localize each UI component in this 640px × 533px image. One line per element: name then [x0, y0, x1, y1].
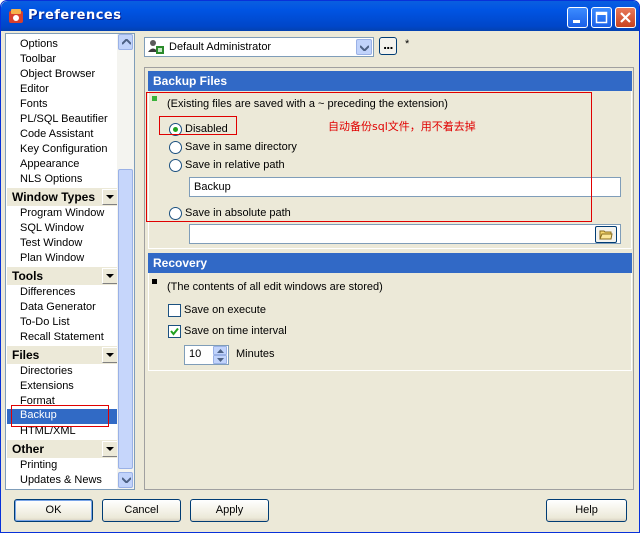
annotation-highlight-backup: [11, 405, 109, 427]
nav-item-plsql-beautifier[interactable]: PL/SQL Beautifier: [20, 113, 108, 125]
recovery-note: (The contents of all edit windows are st…: [167, 281, 383, 293]
nav-item-object-browser[interactable]: Object Browser: [20, 68, 95, 80]
nav-item-directories[interactable]: Directories: [20, 365, 73, 377]
chevron-down-icon: [360, 45, 369, 51]
nav-item-extensions[interactable]: Extensions: [20, 380, 74, 392]
title-bar[interactable]: Preferences: [1, 1, 639, 31]
app-icon: [9, 9, 23, 23]
collapse-button[interactable]: [102, 347, 118, 363]
nav-item-test-window[interactable]: Test Window: [20, 237, 82, 249]
nav-group-label: Files: [12, 348, 40, 362]
close-icon: [620, 12, 631, 23]
modified-marker: *: [405, 38, 410, 50]
nav-item-toolbar[interactable]: Toolbar: [20, 53, 56, 65]
collapse-button[interactable]: [102, 441, 118, 457]
nav-item-sql-window[interactable]: SQL Window: [20, 222, 84, 234]
nav-item-key-configuration[interactable]: Key Configuration: [20, 143, 107, 155]
annotation-highlight-disabled: [159, 116, 237, 135]
nav-item-printing[interactable]: Printing: [20, 459, 57, 471]
absolute-path-input[interactable]: [189, 224, 621, 244]
interval-spinner[interactable]: 10: [184, 345, 229, 365]
ok-button[interactable]: OK: [14, 499, 93, 522]
chevron-down-icon: [106, 274, 114, 278]
profile-value: Default Administrator: [169, 41, 272, 53]
minimize-icon: [573, 20, 580, 23]
chevron-up-icon: [217, 349, 224, 353]
window-title: Preferences: [28, 8, 122, 23]
nav-item-nls-options[interactable]: NLS Options: [20, 173, 82, 185]
recovery-header: Recovery: [148, 253, 632, 273]
user-profile-icon: [148, 40, 164, 54]
nav-group-other[interactable]: Other: [7, 440, 118, 458]
browse-folder-button[interactable]: [595, 226, 617, 243]
backup-files-header: Backup Files: [148, 71, 632, 91]
nav-item-fonts[interactable]: Fonts: [20, 98, 48, 110]
nav-item-recall-statement[interactable]: Recall Statement: [20, 331, 104, 343]
nav-item-program-window[interactable]: Program Window: [20, 207, 104, 219]
spin-up-button[interactable]: [213, 346, 227, 355]
apply-button[interactable]: Apply: [190, 499, 269, 522]
annotation-note: 自动备份sql文件，用不着去掉: [328, 120, 476, 133]
nav-group-tools[interactable]: Tools: [7, 267, 118, 285]
interval-value: 10: [189, 348, 202, 360]
nav-item-todo-list[interactable]: To-Do List: [20, 316, 70, 328]
nav-group-label: Tools: [12, 269, 44, 283]
maximize-icon: [595, 11, 608, 24]
spin-down-button[interactable]: [213, 355, 227, 364]
chevron-down-icon: [106, 195, 114, 199]
close-button[interactable]: [615, 7, 636, 28]
collapse-button[interactable]: [102, 268, 118, 284]
nav-item-updates-news[interactable]: Updates & News: [20, 474, 102, 486]
preferences-window: Preferences Options Toolbar Object Brows…: [0, 0, 640, 533]
scroll-thumb[interactable]: [118, 169, 133, 469]
save-on-interval-checkbox[interactable]: [168, 325, 181, 338]
nav-item-code-assistant[interactable]: Code Assistant: [20, 128, 93, 140]
folder-icon: [599, 230, 613, 240]
nav-group-label: Other: [12, 442, 45, 456]
nav-item-appearance[interactable]: Appearance: [20, 158, 79, 170]
checkmark-icon: [170, 327, 179, 336]
profile-options-button[interactable]: ...: [379, 37, 397, 55]
nav-group-window-types[interactable]: Window Types: [7, 188, 118, 206]
save-on-interval-label[interactable]: Save on time interval: [184, 325, 287, 337]
profile-select[interactable]: Default Administrator: [144, 37, 374, 57]
nav-item-differences[interactable]: Differences: [20, 286, 75, 298]
recovery-body: (The contents of all edit windows are st…: [148, 273, 632, 371]
chevron-down-icon: [217, 358, 224, 362]
chevron-up-icon: [122, 39, 131, 45]
collapse-button[interactable]: [102, 189, 118, 205]
chevron-down-icon: [106, 353, 114, 357]
scroll-down-button[interactable]: [118, 472, 133, 488]
nav-item-data-generator[interactable]: Data Generator: [20, 301, 96, 313]
section-status-marker: [152, 279, 157, 284]
chevron-down-icon: [122, 477, 131, 483]
chevron-down-icon: [106, 447, 114, 451]
nav-scrollbar[interactable]: [117, 34, 134, 489]
save-on-execute-checkbox[interactable]: [168, 304, 181, 317]
help-button[interactable]: Help: [546, 499, 627, 522]
maximize-button[interactable]: [591, 7, 612, 28]
dropdown-button[interactable]: [356, 39, 372, 55]
nav-item-options[interactable]: Options: [20, 38, 58, 50]
dots-label: ...: [383, 39, 394, 52]
cancel-button[interactable]: Cancel: [102, 499, 181, 522]
scroll-up-button[interactable]: [118, 34, 133, 50]
nav-item-plan-window[interactable]: Plan Window: [20, 252, 84, 264]
save-on-execute-label[interactable]: Save on execute: [184, 304, 266, 316]
nav-item-editor[interactable]: Editor: [20, 83, 49, 95]
interval-unit-label: Minutes: [236, 348, 275, 360]
minimize-button[interactable]: [567, 7, 588, 28]
nav-group-label: Window Types: [12, 190, 96, 204]
nav-group-files[interactable]: Files: [7, 346, 118, 364]
annotation-highlight-backup-options: [146, 92, 592, 222]
